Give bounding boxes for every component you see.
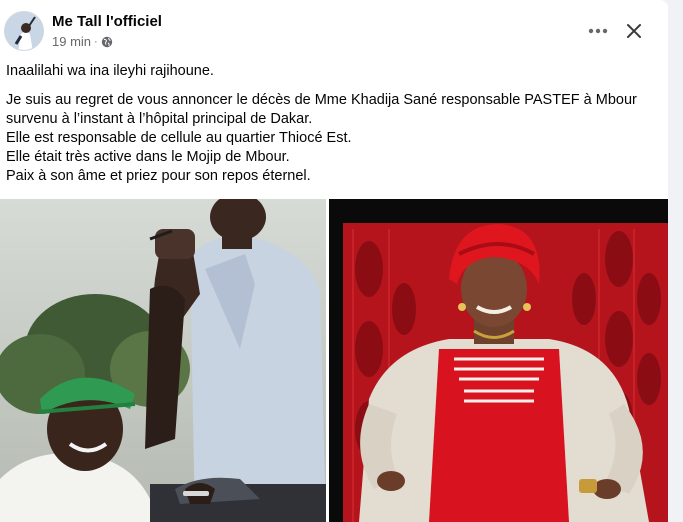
page-background-edge bbox=[668, 0, 683, 522]
post-meta: 19 min · bbox=[52, 34, 113, 49]
post-paragraph-intro: Inaalilahi wa ina ileyhi rajihoune. bbox=[6, 63, 214, 79]
close-icon bbox=[627, 24, 641, 38]
more-options-button[interactable] bbox=[582, 15, 614, 47]
author-avatar[interactable] bbox=[4, 11, 44, 51]
rally-photo-image bbox=[0, 199, 326, 522]
avatar-photo bbox=[5, 12, 43, 50]
post-time[interactable]: 19 min bbox=[52, 34, 91, 49]
post-paragraph-announcement: Je suis au regret de vous annoncer le dé… bbox=[6, 92, 637, 127]
portrait-photo-image bbox=[329, 199, 668, 522]
globe-icon[interactable] bbox=[101, 36, 113, 48]
post-card: Me Tall l'officiel 19 min · Inaalilahi w… bbox=[0, 0, 668, 522]
meta-separator: · bbox=[94, 35, 98, 48]
post-header: Me Tall l'officiel 19 min · bbox=[0, 0, 668, 60]
photo-rally[interactable] bbox=[0, 199, 326, 522]
post-text: Inaalilahi wa ina ileyhi rajihoune. Je s… bbox=[6, 62, 656, 186]
post-paragraph-prayer: Paix à son âme et priez pour son repos é… bbox=[6, 168, 311, 184]
author-name[interactable]: Me Tall l'officiel bbox=[52, 13, 162, 30]
post-paragraph-activity: Elle était très active dans le Mojip de … bbox=[6, 149, 290, 165]
more-options-icon bbox=[588, 28, 608, 34]
close-button[interactable] bbox=[618, 15, 650, 47]
post-photos bbox=[0, 199, 668, 522]
photo-portrait[interactable] bbox=[329, 199, 668, 522]
post-paragraph-role: Elle est responsable de cellule au quart… bbox=[6, 130, 352, 146]
